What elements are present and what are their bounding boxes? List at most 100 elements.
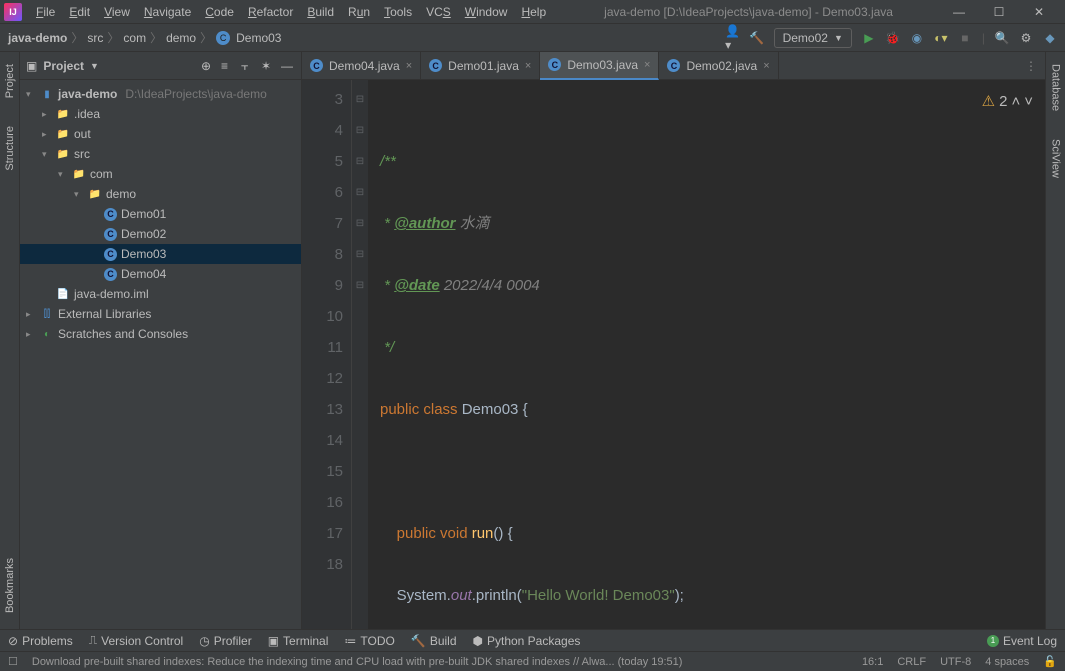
tree-item[interactable]: ▸◐Scratches and Consoles [20, 324, 301, 344]
run-config-select[interactable]: Demo02 ▼ [774, 28, 852, 48]
editor-tab[interactable]: CDemo01.java× [421, 52, 540, 80]
arrow-icon[interactable]: ▸ [42, 129, 52, 140]
close-button[interactable]: ✕ [1025, 5, 1053, 19]
search-icon[interactable]: 🔍 [995, 31, 1009, 45]
editor-body[interactable]: 3 4 5 6 7 8 9 10 11 12 13 14 15 16 17 18… [302, 80, 1045, 629]
expand-all-icon[interactable]: ≡ [221, 59, 235, 73]
crumb-class[interactable]: Demo03 [236, 31, 281, 45]
settings-icon[interactable]: ⚙ [1019, 31, 1033, 45]
select-opened-icon[interactable]: ⊕ [201, 59, 215, 73]
close-icon[interactable]: × [406, 60, 412, 72]
tool-build[interactable]: 🔨Build [411, 634, 457, 648]
status-icon[interactable]: ☐ [8, 655, 18, 668]
crumb-sep: 〉 [150, 29, 162, 46]
menu-build[interactable]: Build [301, 3, 340, 21]
stop-button[interactable]: ■ [958, 31, 972, 45]
editor-tab-menu[interactable]: ⋮ [1025, 59, 1045, 73]
debug-button[interactable]: 🐞 [886, 31, 900, 45]
tree-item[interactable]: CDemo02 [20, 224, 301, 244]
arrow-icon[interactable]: ▸ [42, 109, 52, 120]
code-area[interactable]: ⚠2 ˄ ˅ /** * @author 水滴 * @date 2022/4/4… [368, 80, 1045, 629]
tool-todo[interactable]: ≔TODO [344, 634, 394, 648]
tree-root[interactable]: ▾ ▮ java-demo D:\IdeaProjects\java-demo [20, 84, 301, 104]
user-icon[interactable]: 👤▾ [726, 31, 740, 45]
tool-event-log[interactable]: 1Event Log [987, 634, 1057, 648]
rail-database[interactable]: Database [1050, 60, 1062, 115]
tree-label: java-demo [58, 87, 117, 101]
tree-label: Demo02 [121, 227, 166, 241]
menu-navigate[interactable]: Navigate [138, 3, 197, 21]
run-button[interactable]: ▶ [862, 31, 876, 45]
arrow-icon[interactable]: ▾ [58, 169, 68, 180]
crumb-com[interactable]: com [123, 31, 146, 45]
lock-icon[interactable]: 🔓 [1043, 655, 1057, 668]
menu-view[interactable]: View [98, 3, 136, 21]
rail-structure[interactable]: Structure [4, 122, 16, 175]
arrow-icon[interactable]: ▸ [26, 309, 36, 320]
close-icon[interactable]: × [525, 60, 531, 72]
close-icon[interactable]: × [644, 59, 650, 71]
crumb-src[interactable]: src [87, 31, 103, 45]
menu-file[interactable]: File [30, 3, 61, 21]
tree-item[interactable]: ▾📁src [20, 144, 301, 164]
editor-tab[interactable]: CDemo04.java× [302, 52, 421, 80]
tree-item[interactable]: ▾📁com [20, 164, 301, 184]
menu-edit[interactable]: Edit [63, 3, 96, 21]
plugin-icon[interactable]: ◆ [1043, 31, 1057, 45]
tool-profiler[interactable]: ◷Profiler [199, 634, 252, 648]
status-line-ending[interactable]: CRLF [897, 656, 926, 668]
hide-icon[interactable]: — [281, 59, 295, 73]
tree-item[interactable]: ▸📁.idea [20, 104, 301, 124]
chevron-down-icon[interactable]: ˅ [1024, 86, 1033, 117]
arrow-icon[interactable]: ▸ [26, 329, 36, 340]
coverage-button[interactable]: ◉ [910, 31, 924, 45]
arrow-icon[interactable]: ▾ [74, 189, 84, 200]
crumb-project[interactable]: java-demo [8, 31, 67, 45]
tree-label: Demo01 [121, 207, 166, 221]
editor-tab-active[interactable]: CDemo03.java× [540, 52, 659, 80]
chevron-up-icon[interactable]: ˄ [1011, 86, 1020, 117]
status-position[interactable]: 16:1 [862, 656, 883, 668]
problems-icon: ⊘ [8, 634, 18, 648]
rail-sciview[interactable]: SciView [1050, 135, 1062, 182]
arrow-icon[interactable]: ▾ [42, 149, 52, 160]
minimize-button[interactable]: — [945, 5, 973, 19]
crumb-demo[interactable]: demo [166, 31, 196, 45]
rail-project[interactable]: Project [4, 60, 16, 102]
arrow-icon[interactable]: ▾ [26, 89, 36, 100]
build-icon[interactable]: 🔨 [750, 31, 764, 45]
menu-vcs[interactable]: VCS [420, 3, 457, 21]
titlebar: IJ File Edit View Navigate Code Refactor… [0, 0, 1065, 24]
tool-python[interactable]: ⬢Python Packages [473, 634, 581, 648]
tree-item[interactable]: ▸📁out [20, 124, 301, 144]
tree-item[interactable]: 📄java-demo.iml [20, 284, 301, 304]
status-encoding[interactable]: UTF-8 [940, 656, 971, 668]
menu-run[interactable]: Run [342, 3, 376, 21]
settings-icon[interactable]: ✶ [261, 59, 275, 73]
tree-item[interactable]: CDemo01 [20, 204, 301, 224]
tool-vcs[interactable]: ⎍Version Control [89, 633, 183, 648]
menu-tools[interactable]: Tools [378, 3, 418, 21]
tree-item[interactable]: CDemo04 [20, 264, 301, 284]
menu-help[interactable]: Help [515, 3, 552, 21]
profile-button[interactable]: ◐▾ [934, 31, 948, 45]
close-icon[interactable]: × [763, 60, 769, 72]
chevron-down-icon[interactable]: ▼ [90, 61, 99, 71]
line-number: 7 [302, 208, 343, 239]
tree-item[interactable]: ▸⫿⫿External Libraries [20, 304, 301, 324]
menu-window[interactable]: Window [459, 3, 514, 21]
inspections-widget[interactable]: ⚠2 ˄ ˅ [982, 86, 1033, 117]
tree-item[interactable]: ▾📁demo [20, 184, 301, 204]
maximize-button[interactable]: ☐ [985, 5, 1013, 19]
menu-refactor[interactable]: Refactor [242, 3, 299, 21]
menu-code[interactable]: Code [199, 3, 240, 21]
tool-problems[interactable]: ⊘Problems [8, 634, 73, 648]
line-number: 4 [302, 115, 343, 146]
editor-tab[interactable]: CDemo02.java× [659, 52, 778, 80]
collapse-all-icon[interactable]: ⫟ [241, 59, 255, 73]
tool-terminal[interactable]: ▣Terminal [268, 634, 329, 648]
project-title[interactable]: Project [43, 59, 84, 73]
status-indent[interactable]: 4 spaces [985, 656, 1029, 668]
rail-bookmarks[interactable]: Bookmarks [4, 554, 16, 617]
tree-item-selected[interactable]: CDemo03 [20, 244, 301, 264]
